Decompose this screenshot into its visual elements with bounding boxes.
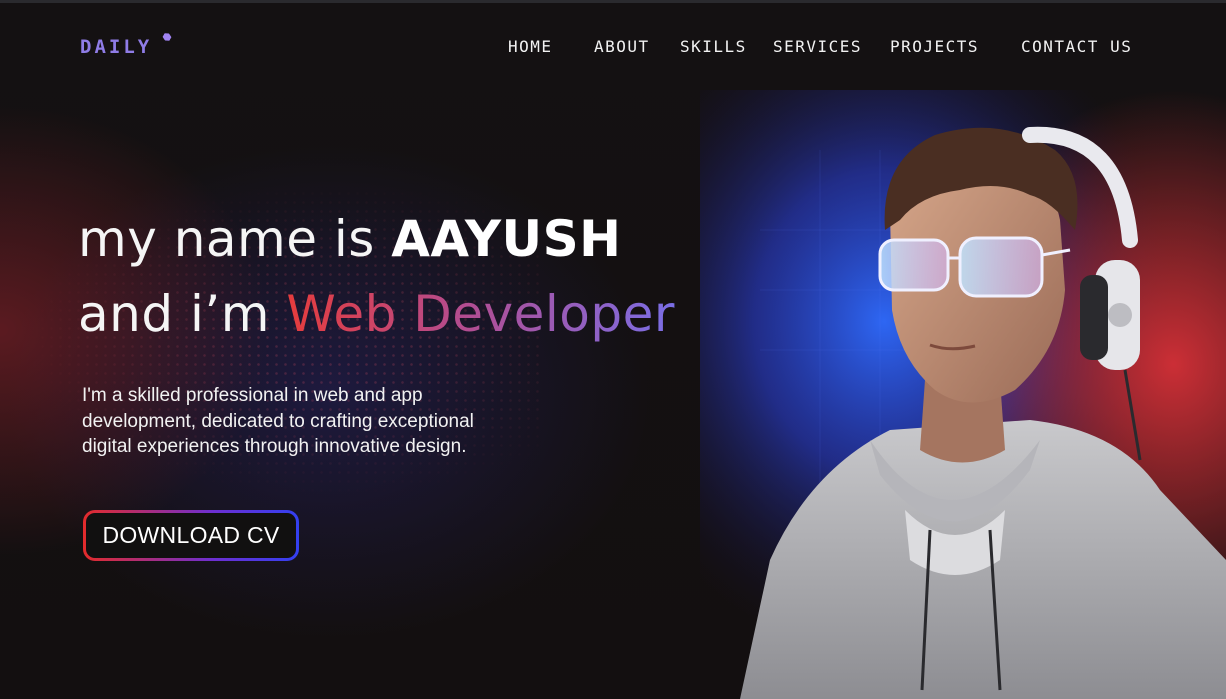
nav-services[interactable]: SERVICES [773, 37, 862, 56]
heading-role-intro: and i’m [78, 285, 287, 343]
hexagon-dot-icon [162, 32, 173, 43]
nav-projects[interactable]: PROJECTS [890, 37, 979, 56]
hero-name: AAYUSH [391, 210, 622, 268]
hero-role: Web Developer [286, 285, 675, 343]
hero-description: I'm a skilled professional in web and ap… [82, 385, 474, 457]
download-cv-button[interactable]: DOWNLOAD CV [83, 510, 299, 561]
hero-heading-line-1: my name is AAYUSH [78, 210, 622, 268]
landing-page: DAILY HOME ABOUT SKILLS SERVICES PROJECT… [0, 0, 1226, 699]
nav-contact-us[interactable]: CONTACT US [1021, 37, 1132, 56]
developer-portrait-illustration [700, 90, 1226, 699]
nav-about[interactable]: ABOUT [594, 37, 650, 56]
logo[interactable]: DAILY [80, 36, 152, 58]
heading-intro-text: my name is [78, 210, 392, 268]
nav-skills[interactable]: SKILLS [680, 37, 747, 56]
glasses-illustration [878, 236, 1071, 298]
window-top-border [0, 0, 1226, 3]
nav-home[interactable]: HOME [508, 37, 553, 56]
download-cv-label: DOWNLOAD CV [86, 513, 296, 558]
hero-heading-line-2: and i’m Web Developer [78, 285, 675, 343]
